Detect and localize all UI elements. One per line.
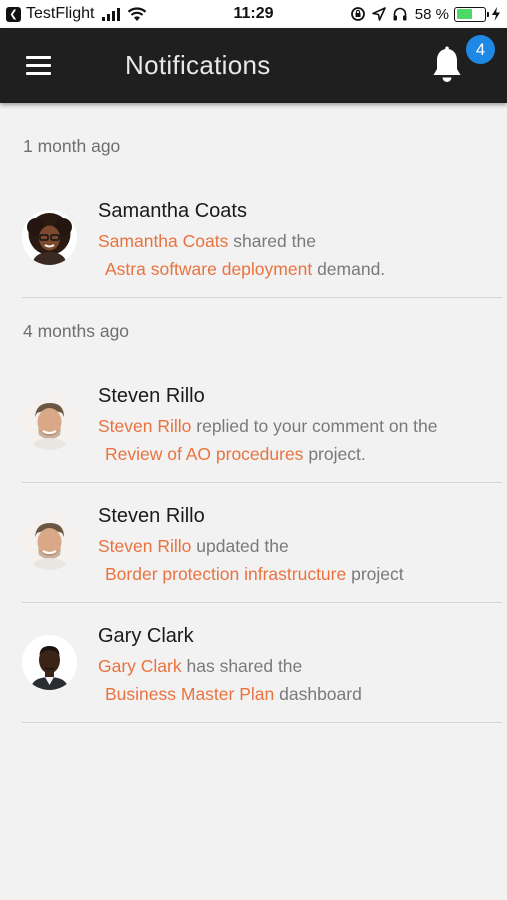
notification-line-1: Steven Rillo replied to your comment on … (98, 416, 438, 437)
avatar-gary-image (22, 635, 77, 690)
notification-title: Gary Clark (98, 625, 194, 647)
suffix-text: project. (308, 444, 366, 464)
divider (22, 482, 502, 483)
notification-line-2: Border protection infrastructure project (98, 564, 404, 585)
notification-line-1: Steven Rillo updated the (98, 536, 289, 557)
headphones-icon (393, 7, 407, 21)
actor-link[interactable]: Steven Rillo (98, 416, 191, 436)
avatar-steven-image (22, 395, 77, 450)
notification-line-1: Samantha Coats shared the (98, 231, 316, 252)
battery-icon (454, 6, 489, 22)
avatar (22, 395, 77, 450)
charging-bolt-icon (492, 7, 500, 21)
status-bar-right: 58 % (350, 5, 501, 23)
notification-line-2: Astra software deployment demand. (98, 259, 385, 280)
notification-item[interactable]: Gary Clark Gary Clark has shared the Bus… (22, 618, 502, 718)
avatar (22, 515, 77, 570)
target-link[interactable]: Border protection infrastructure (105, 564, 346, 584)
status-bar: ❮ TestFlight 11:29 58 % (0, 0, 507, 28)
action-text: updated the (196, 536, 289, 556)
actor-link[interactable]: Steven Rillo (98, 536, 191, 556)
action-text: replied to your comment on the (196, 416, 438, 436)
notification-line-2: Review of AO procedures project. (98, 444, 366, 465)
location-arrow-icon (371, 7, 386, 21)
notifications-bell-button[interactable] (428, 44, 468, 88)
target-link[interactable]: Business Master Plan (105, 684, 274, 704)
divider (22, 722, 502, 723)
notification-item[interactable]: Steven Rillo Steven Rillo updated the Bo… (22, 498, 502, 598)
rotation-lock-icon (350, 7, 365, 21)
notification-title: Samantha Coats (98, 200, 247, 222)
actor-link[interactable]: Gary Clark (98, 656, 182, 676)
avatar (22, 635, 77, 690)
page-title: Notifications (125, 50, 271, 80)
section-header-1-month: 1 month ago (23, 136, 121, 156)
notification-title: Steven Rillo (98, 505, 205, 527)
section-header-4-months: 4 months ago (23, 321, 130, 341)
action-text: has shared the (186, 656, 303, 676)
battery-percent: 58 % (414, 5, 449, 23)
notification-title: Steven Rillo (98, 385, 205, 407)
divider (22, 297, 502, 298)
app-bar: Notifications (0, 28, 507, 103)
battery-fill (456, 9, 473, 19)
suffix-text: project (351, 564, 404, 584)
notification-line-2: Business Master Plan dashboard (98, 684, 362, 705)
notification-item[interactable]: Steven Rillo Steven Rillo replied to you… (22, 378, 502, 478)
avatar-samantha-image (22, 210, 77, 265)
avatar (22, 210, 77, 265)
hamburger-menu-icon[interactable] (26, 56, 51, 75)
actor-link[interactable]: Samantha Coats (98, 231, 228, 251)
bell-icon (433, 46, 461, 82)
notification-item[interactable]: Samantha Coats Samantha Coats shared the… (22, 193, 502, 293)
notification-count-badge: 4 (466, 35, 495, 64)
target-link[interactable]: Review of AO procedures (105, 444, 303, 464)
avatar-steven-image (22, 515, 77, 570)
suffix-text: demand. (317, 259, 386, 279)
divider (22, 602, 502, 603)
target-link[interactable]: Astra software deployment (105, 259, 312, 279)
action-text: shared the (233, 231, 316, 251)
notification-line-1: Gary Clark has shared the (98, 656, 302, 677)
suffix-text: dashboard (279, 684, 362, 704)
